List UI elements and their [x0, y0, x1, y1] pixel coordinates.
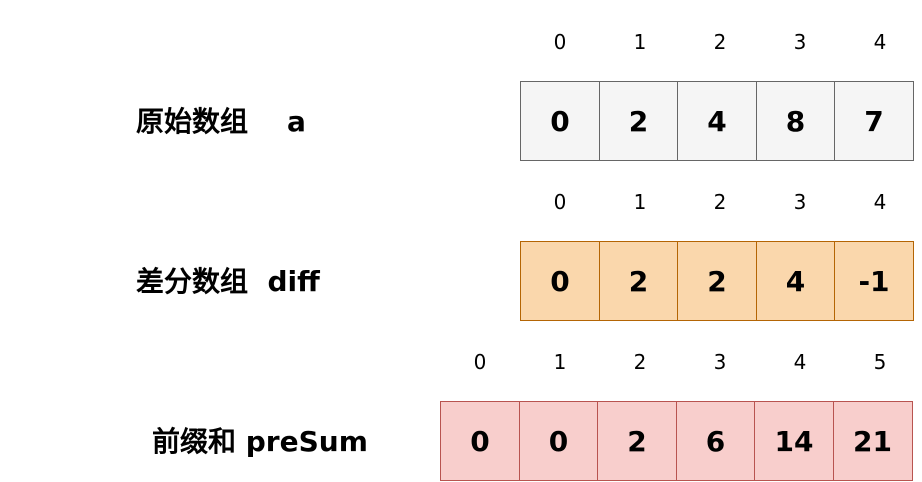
array-cell: 0: [520, 241, 600, 321]
array-cell: 6: [675, 401, 756, 481]
presum-index-row: 0 1 2 3 4 5: [440, 347, 920, 377]
original-array-row: 0 2 4 8 7: [520, 81, 914, 161]
array-cell: 0: [518, 401, 599, 481]
index-label: 5: [873, 350, 887, 374]
index-label: 1: [633, 30, 647, 54]
index-label: 0: [553, 30, 567, 54]
array-cell: 4: [677, 81, 757, 161]
original-array-label: 原始数组 a: [136, 105, 306, 138]
presum-array-row: 0 0 2 6 14 21: [440, 401, 913, 481]
presum-array-label: 前缀和 preSum: [152, 425, 368, 458]
index-label: 4: [873, 30, 887, 54]
index-label: 1: [553, 350, 567, 374]
array-cell: 8: [755, 81, 836, 161]
array-cell: -1: [834, 241, 914, 321]
array-cell: 4: [755, 241, 836, 321]
index-label: 3: [793, 190, 807, 214]
array-cell: 2: [597, 401, 677, 481]
index-label: 2: [713, 190, 727, 214]
array-cell: 0: [440, 401, 520, 481]
index-label: 1: [633, 190, 647, 214]
original-index-row: 0 1 2 3 4: [520, 27, 920, 57]
array-cell: 7: [834, 81, 914, 161]
index-label: 3: [713, 350, 727, 374]
index-label: 2: [633, 350, 647, 374]
array-cell: 21: [832, 401, 913, 481]
index-label: 4: [793, 350, 807, 374]
index-label: 4: [873, 190, 887, 214]
diff-index-row: 0 1 2 3 4: [520, 187, 920, 217]
array-cell: 2: [677, 241, 757, 321]
diff-array-label: 差分数组 diff: [136, 265, 320, 298]
index-label: 0: [473, 350, 487, 374]
array-cell: 14: [754, 401, 834, 481]
diff-array-row: 0 2 2 4 -1: [520, 241, 914, 321]
index-label: 3: [793, 30, 807, 54]
array-cell: 2: [598, 241, 679, 321]
index-label: 2: [713, 30, 727, 54]
array-cell: 2: [598, 81, 679, 161]
index-label: 0: [553, 190, 567, 214]
array-cell: 0: [520, 81, 600, 161]
